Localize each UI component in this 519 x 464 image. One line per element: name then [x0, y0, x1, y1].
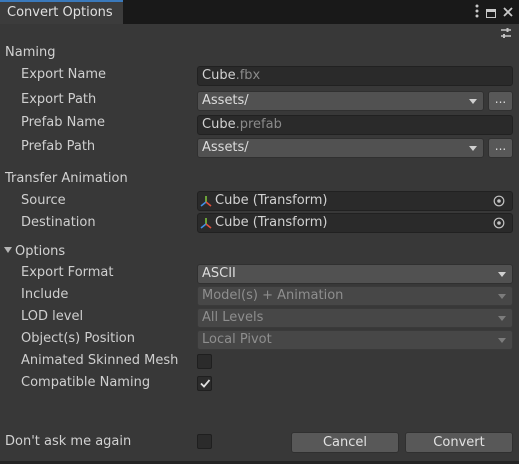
preset-settings-icon[interactable]	[500, 27, 512, 39]
options-foldout-arrow-icon[interactable]	[4, 247, 12, 253]
prefab-path-label: Prefab Path	[21, 139, 96, 154]
window-controls	[475, 4, 513, 23]
chevron-down-icon	[498, 316, 506, 321]
object-position-label: Object(s) Position	[21, 331, 136, 346]
close-icon[interactable]	[503, 6, 513, 22]
include-dropdown: Model(s) + Animation	[197, 286, 513, 306]
chevron-down-icon	[498, 338, 506, 343]
export-path-label: Export Path	[21, 92, 97, 107]
lod-level-value: All Levels	[202, 310, 264, 325]
checkmark-icon	[200, 379, 211, 388]
object-picker-icon[interactable]	[493, 217, 505, 229]
options-section-title[interactable]: Options	[15, 244, 65, 259]
export-path-value: Assets/	[202, 93, 249, 108]
chevron-down-icon	[469, 99, 477, 104]
export-format-label: Export Format	[21, 265, 114, 280]
destination-value: Cube (Transform)	[215, 215, 328, 230]
compatible-naming-label: Compatible Naming	[21, 375, 151, 390]
prefab-name-value: Cube	[202, 117, 236, 132]
dont-ask-checkbox[interactable]	[197, 434, 212, 449]
lod-level-dropdown: All Levels	[197, 308, 513, 328]
include-value: Model(s) + Animation	[202, 288, 344, 303]
source-value: Cube (Transform)	[215, 193, 328, 208]
object-position-dropdown: Local Pivot	[197, 330, 513, 350]
export-name-label: Export Name	[21, 67, 107, 82]
prefab-name-label: Prefab Name	[21, 115, 105, 130]
include-label: Include	[21, 287, 69, 302]
export-name-value: Cube	[202, 68, 236, 83]
export-format-value: ASCII	[202, 266, 236, 281]
transform-icon	[200, 218, 212, 229]
chevron-down-icon	[498, 272, 506, 277]
transfer-section-title: Transfer Animation	[5, 171, 128, 186]
prefab-name-extension: .prefab	[235, 117, 282, 132]
object-picker-icon[interactable]	[493, 195, 505, 207]
source-label: Source	[21, 193, 66, 208]
transform-icon	[200, 196, 212, 207]
lod-level-label: LOD level	[21, 309, 84, 324]
chevron-down-icon	[498, 294, 506, 299]
kebab-menu-icon[interactable]	[475, 4, 479, 23]
dont-ask-label: Don't ask me again	[5, 434, 132, 449]
object-position-value: Local Pivot	[202, 332, 272, 347]
export-name-field[interactable]: Cube.fbx	[197, 66, 513, 86]
destination-object-field[interactable]: Cube (Transform)	[197, 213, 513, 233]
export-name-extension: .fbx	[235, 68, 261, 83]
window-title: Convert Options	[7, 5, 113, 20]
export-path-dropdown[interactable]: Assets/	[197, 91, 484, 111]
chevron-down-icon	[469, 146, 477, 151]
compatible-naming-checkbox[interactable]	[197, 376, 212, 391]
cancel-button[interactable]: Cancel	[291, 432, 399, 453]
prefab-path-browse-button[interactable]: ...	[488, 138, 513, 158]
prefab-path-dropdown[interactable]: Assets/	[197, 138, 484, 158]
export-format-dropdown[interactable]: ASCII	[197, 264, 513, 284]
window-tab-bar: Convert Options	[0, 0, 519, 24]
naming-section-title: Naming	[5, 45, 56, 60]
animated-skinned-mesh-checkbox[interactable]	[197, 354, 212, 369]
convert-button[interactable]: Convert	[405, 432, 513, 453]
prefab-path-value: Assets/	[202, 140, 249, 155]
destination-label: Destination	[21, 215, 96, 230]
window-tab[interactable]: Convert Options	[0, 0, 123, 24]
source-object-field[interactable]: Cube (Transform)	[197, 191, 513, 211]
maximize-icon[interactable]	[486, 9, 496, 18]
prefab-name-field[interactable]: Cube.prefab	[197, 115, 513, 135]
animated-skinned-mesh-label: Animated Skinned Mesh	[21, 353, 179, 368]
export-path-browse-button[interactable]: ...	[488, 91, 513, 111]
